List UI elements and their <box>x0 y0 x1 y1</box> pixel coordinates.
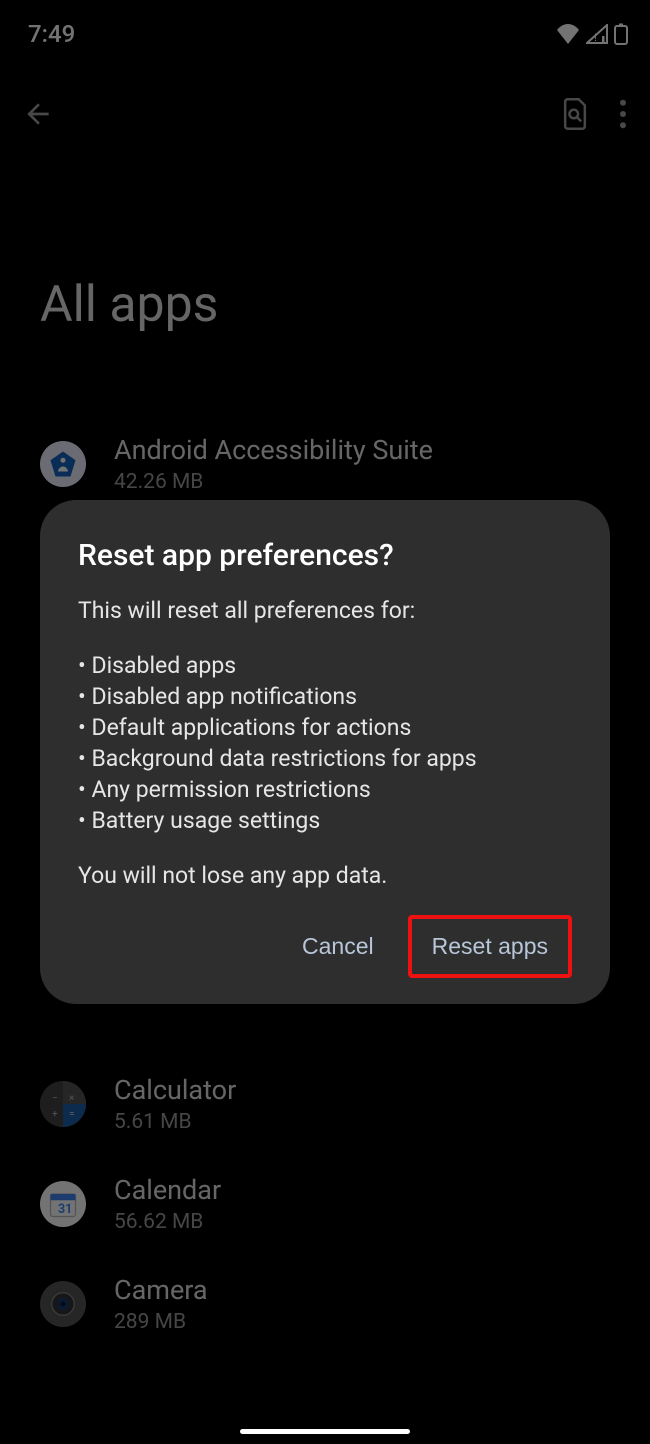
cancel-button[interactable]: Cancel <box>282 915 394 978</box>
home-indicator[interactable] <box>240 1429 410 1434</box>
dialog-bullets: Disabled apps Disabled app notifications… <box>78 650 572 836</box>
reset-apps-button[interactable]: Reset apps <box>408 915 572 978</box>
dialog-bullet: Battery usage settings <box>78 805 572 836</box>
dialog-bullet: Disabled app notifications <box>78 681 572 712</box>
dialog-actions: Cancel Reset apps <box>78 915 572 978</box>
dialog-bullet: Any permission restrictions <box>78 774 572 805</box>
reset-preferences-dialog: Reset app preferences? This will reset a… <box>40 500 610 1004</box>
dialog-bullet: Default applications for actions <box>78 712 572 743</box>
dialog-body: This will reset all preferences for: Dis… <box>78 595 572 891</box>
dialog-lead: This will reset all preferences for: <box>78 595 572 626</box>
dialog-title: Reset app preferences? <box>78 538 572 573</box>
dialog-trail: You will not lose any app data. <box>78 860 572 891</box>
dialog-bullet: Disabled apps <box>78 650 572 681</box>
dialog-bullet: Background data restrictions for apps <box>78 743 572 774</box>
